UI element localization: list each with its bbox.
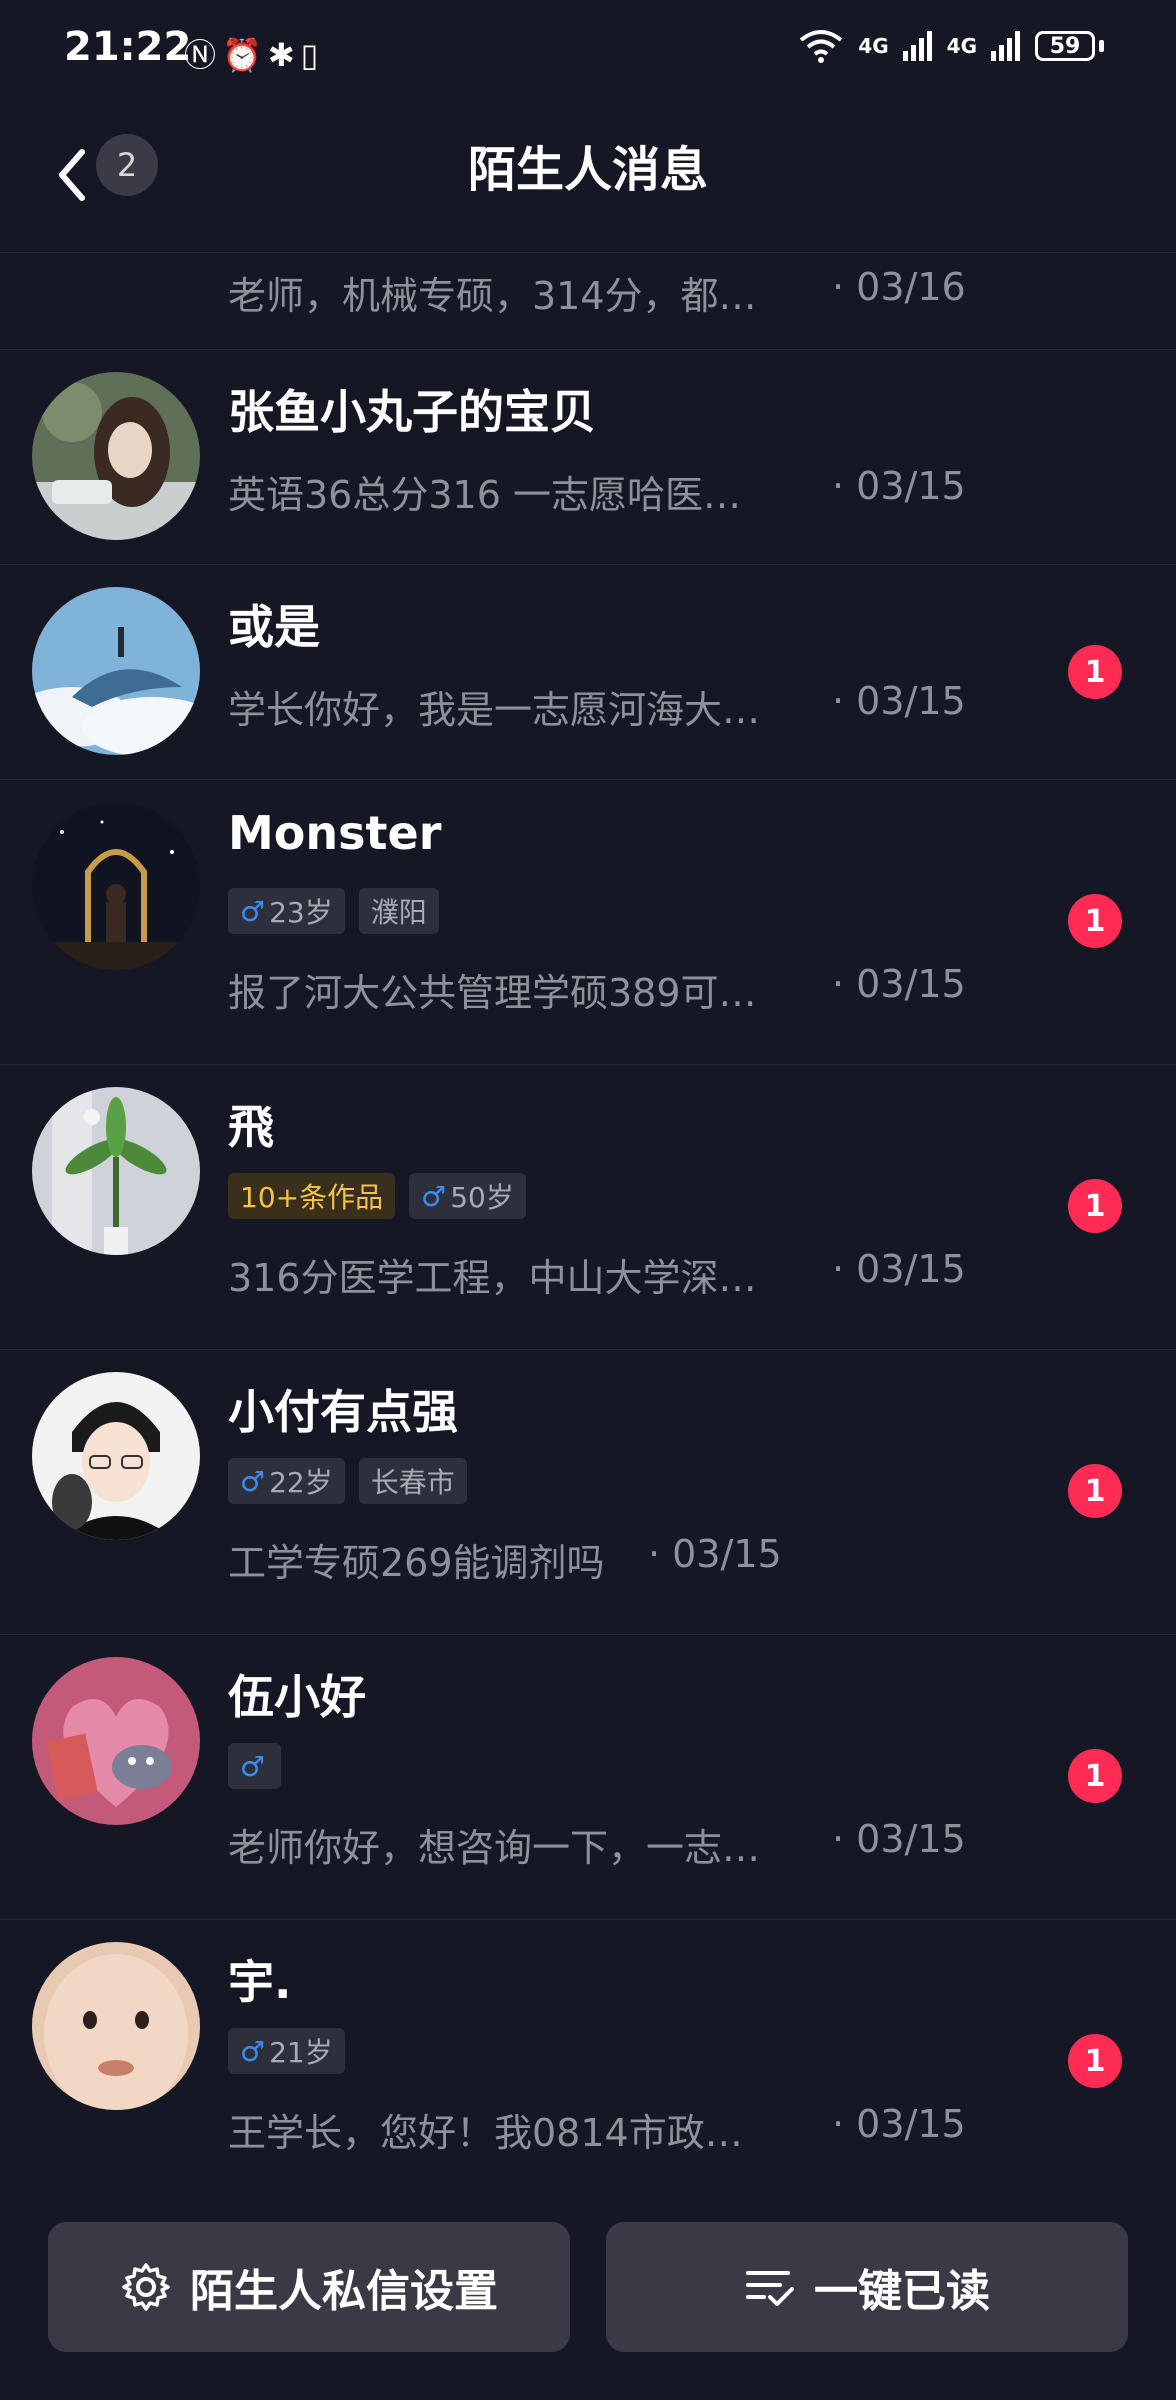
message-preview: 老师，机械专硕，314分，都…	[228, 274, 757, 318]
avatar[interactable]	[32, 372, 200, 540]
status-time: 21:22	[64, 24, 192, 70]
gear-icon	[122, 2263, 170, 2311]
male-icon: ♂	[240, 2034, 266, 2068]
male-icon: ♂	[240, 1464, 266, 1498]
vibrate-icon: ▯	[300, 36, 325, 74]
gender-age-tag: ♂ 23岁	[228, 888, 345, 934]
message-date: · 03/15	[648, 1532, 782, 1576]
gender-age-tag: ♂ 21岁	[228, 2028, 345, 2074]
message-preview: 王学长，您好！我0814市政…	[228, 2111, 743, 2155]
message-row[interactable]: 张鱼小丸子的宝贝 英语36总分316 一志愿哈医… · 03/15	[0, 350, 1176, 565]
gender-age-tag: ♂ 22岁	[228, 1458, 345, 1504]
unread-badge: 1	[1068, 1749, 1122, 1803]
signal-label-2: 4G	[946, 34, 977, 58]
battery-icon: 59	[1035, 31, 1095, 61]
location-tag: 濮阳	[358, 888, 439, 934]
message-date: · 03/15	[832, 1817, 966, 1861]
user-tags: ♂	[228, 1743, 282, 1789]
alarm-icon: ⏰	[222, 36, 268, 74]
message-preview: 英语36总分316 一志愿哈医…	[228, 473, 741, 517]
message-row[interactable]: 小付有点强 ♂ 22岁 长春市 工学专硕269能调剂吗 · 03/15 1	[0, 1350, 1176, 1635]
message-row[interactable]: 伍小好 ♂ 老师你好，想咨询一下，一志… · 03/15 1	[0, 1635, 1176, 1920]
message-date: · 03/15	[832, 1247, 966, 1291]
avatar[interactable]	[32, 1372, 200, 1540]
sender-name: 张鱼小丸子的宝贝	[228, 385, 596, 439]
location-tag: 长春市	[358, 1458, 467, 1504]
male-icon: ♂	[240, 894, 266, 928]
list-check-icon	[746, 2271, 794, 2306]
message-date: · 03/15	[832, 2102, 966, 2146]
battery-tip	[1099, 40, 1104, 52]
works-count-tag: 10+条作品	[228, 1173, 396, 1219]
gender-age-tag: ♂ 50岁	[409, 1173, 526, 1219]
settings-button-label: 陌生人私信设置	[190, 2266, 498, 2317]
message-date: · 03/15	[832, 679, 966, 723]
message-row[interactable]: 或是 学长你好，我是一志愿河海大… · 03/15 1	[0, 565, 1176, 780]
user-tags: ♂ 22岁 长春市	[228, 1458, 467, 1504]
bottom-action-bar: 陌生人私信设置 一键已读	[0, 2200, 1176, 2400]
message-list: 老师，机械专硕，314分，都… · 03/16 张鱼小丸子的宝贝 英语36总分3…	[0, 253, 1176, 2204]
nfc-icon: Ⓝ	[184, 36, 223, 74]
mark-read-button-label: 一键已读	[814, 2266, 990, 2317]
cell-signal-icon	[902, 31, 932, 61]
message-row[interactable]: 老师，机械专硕，314分，都… · 03/16	[0, 253, 1176, 350]
gender-tag: ♂	[228, 1743, 282, 1789]
unread-badge: 1	[1068, 645, 1122, 699]
wifi-icon	[800, 30, 843, 63]
sender-name: 或是	[228, 600, 320, 654]
message-row[interactable]: 飛 10+条作品 ♂ 50岁 316分医学工程，中山大学深… · 03/15 1	[0, 1065, 1176, 1350]
avatar[interactable]	[32, 802, 200, 970]
status-bar: 21:22 Ⓝ⏰✱▯ 4G 4G 59	[0, 0, 1176, 100]
sender-name: 伍小好	[228, 1670, 366, 1724]
unread-badge: 1	[1068, 1464, 1122, 1518]
message-preview: 报了河大公共管理学硕389可…	[228, 971, 757, 1015]
user-tags: ♂ 23岁 濮阳	[228, 888, 439, 934]
message-preview: 工学专硕269能调剂吗	[228, 1541, 605, 1585]
sender-name: 小付有点强	[228, 1385, 458, 1439]
message-date: · 03/15	[832, 464, 966, 508]
user-tags: 10+条作品 ♂ 50岁	[228, 1173, 526, 1219]
stranger-message-settings-button[interactable]: 陌生人私信设置	[48, 2222, 570, 2352]
sender-name: Monster	[228, 806, 442, 860]
status-right: 4G 4G 59	[798, 28, 1104, 64]
sender-name: 宇.	[228, 1955, 292, 2009]
sender-name: 飛	[228, 1100, 274, 1154]
cell-signal-icon	[991, 31, 1020, 61]
avatar[interactable]	[32, 1942, 200, 2110]
male-icon: ♂	[421, 1179, 447, 1213]
unread-badge: 1	[1068, 2034, 1122, 2088]
message-preview: 316分医学工程，中山大学深…	[228, 1256, 757, 1300]
message-row[interactable]: 宇. ♂ 21岁 王学长，您好！我0814市政… · 03/15 1	[0, 1920, 1176, 2204]
message-date: · 03/15	[832, 962, 966, 1006]
message-date: · 03/16	[832, 265, 966, 309]
avatar[interactable]	[32, 1087, 200, 1255]
male-icon: ♂	[240, 1749, 266, 1783]
page-title: 陌生人消息	[467, 142, 708, 198]
unread-badge: 1	[1068, 1179, 1122, 1233]
bluetooth-icon: ✱	[267, 36, 301, 74]
avatar[interactable]	[32, 1657, 200, 1825]
message-row[interactable]: Monster ♂ 23岁 濮阳 报了河大公共管理学硕389可… · 03/15 …	[0, 780, 1176, 1065]
unread-badge: 1	[1068, 894, 1122, 948]
avatar[interactable]	[32, 587, 200, 755]
message-preview: 学长你好，我是一志愿河海大…	[228, 688, 761, 732]
signal-label-1: 4G	[858, 34, 889, 58]
message-preview: 老师你好，想咨询一下，一志…	[228, 1826, 761, 1870]
mark-all-read-button[interactable]: 一键已读	[606, 2222, 1128, 2352]
status-indicator-icons: Ⓝ⏰✱▯	[184, 30, 324, 76]
user-tags: ♂ 21岁	[228, 2028, 345, 2074]
